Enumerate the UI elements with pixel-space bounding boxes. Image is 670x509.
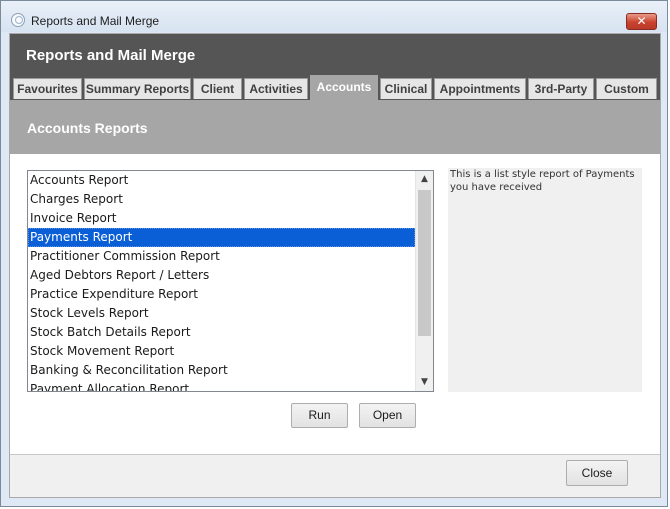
list-item[interactable]: Charges Report [28,190,415,209]
content-panel: Accounts Report Charges Report Invoice R… [10,154,660,454]
dialog-body: Reports and Mail Merge Favourites Summar… [9,33,661,498]
window-close-button[interactable]: ✕ [626,13,657,30]
tab-favourites[interactable]: Favourites [13,78,82,99]
list-item-selected[interactable]: Payments Report [28,228,415,247]
header-band: Reports and Mail Merge [10,34,660,74]
divider [10,454,660,455]
tab-appointments[interactable]: Appointments [434,78,526,99]
description-panel: This is a list style report of Payments … [448,168,642,392]
header-title: Reports and Mail Merge [26,47,196,64]
list-item[interactable]: Practitioner Commission Report [28,247,415,266]
tab-client[interactable]: Client [193,78,242,99]
tab-custom[interactable]: Custom [596,78,657,99]
list-item[interactable]: Banking & Reconcilitation Report [28,361,415,380]
run-button[interactable]: Run [291,403,348,428]
section-title: Accounts Reports [27,120,148,136]
section-band: Accounts Reports [10,100,660,154]
open-button[interactable]: Open [359,403,416,428]
list-item[interactable]: Invoice Report [28,209,415,228]
tab-3rd-party[interactable]: 3rd-Party [528,78,594,99]
app-logo-icon [11,13,25,27]
window: Reports and Mail Merge ✕ Reports and Mai… [0,0,668,507]
report-list[interactable]: Accounts Report Charges Report Invoice R… [27,170,434,392]
title-bar[interactable]: Reports and Mail Merge ✕ [1,1,667,32]
close-button[interactable]: Close [566,460,628,486]
list-item[interactable]: Practice Expenditure Report [28,285,415,304]
tab-accounts[interactable]: Accounts [310,75,378,100]
tab-activities[interactable]: Activities [244,78,308,99]
report-description: This is a list style report of Payments … [450,169,635,193]
scroll-thumb[interactable] [418,190,431,336]
list-scrollbar[interactable]: ▲ ▼ [415,171,433,391]
window-title: Reports and Mail Merge [31,14,160,28]
list-item[interactable]: Accounts Report [28,171,415,190]
list-item[interactable]: Stock Movement Report [28,342,415,361]
list-item[interactable]: Payment Allocation Report [28,380,415,391]
list-item[interactable]: Aged Debtors Report / Letters [28,266,415,285]
list-item[interactable]: Stock Batch Details Report [28,323,415,342]
report-list-items: Accounts Report Charges Report Invoice R… [28,171,415,391]
chevron-down-icon[interactable]: ▼ [416,374,433,391]
list-item[interactable]: Stock Levels Report [28,304,415,323]
tab-summary-reports[interactable]: Summary Reports [84,78,191,99]
tab-bar: Favourites Summary Reports Client Activi… [10,74,660,100]
chevron-up-icon[interactable]: ▲ [416,171,433,188]
tab-clinical[interactable]: Clinical [380,78,432,99]
